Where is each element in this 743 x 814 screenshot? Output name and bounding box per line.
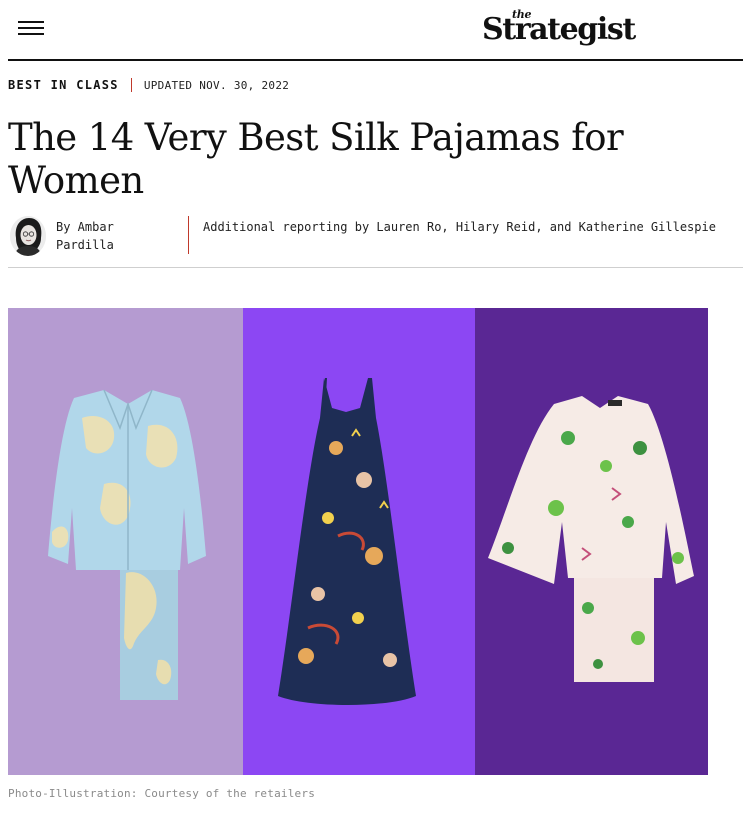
rubric-link[interactable]: BEST IN CLASS [8,78,119,92]
hero-caption: Photo-Illustration: Courtesy of the reta… [8,787,316,800]
article-kicker: BEST IN CLASS UPDATED NOV. 30, 2022 [8,77,289,93]
kicker-divider [130,78,132,92]
hero-image [8,308,708,775]
updated-date: UPDATED NOV. 30, 2022 [143,78,290,92]
site-header: the Strategist [0,0,743,61]
article-headline: The 14 Very Best Silk Pajamas for Women [8,116,624,202]
logo-main-text: Strategist [482,12,636,47]
additional-reporting: Additional reporting by Lauren Ro, Hilar… [203,220,716,234]
header-divider [8,59,743,61]
hamburger-menu-icon[interactable] [18,19,44,37]
strategist-logo[interactable]: the Strategist [482,4,642,54]
author-byline[interactable]: By Ambar Pardilla [56,218,176,254]
byline-row: By Ambar Pardilla Additional reporting b… [8,214,743,258]
byline-rule [8,267,743,268]
byline-divider [188,216,189,254]
author-avatar[interactable] [10,216,46,256]
